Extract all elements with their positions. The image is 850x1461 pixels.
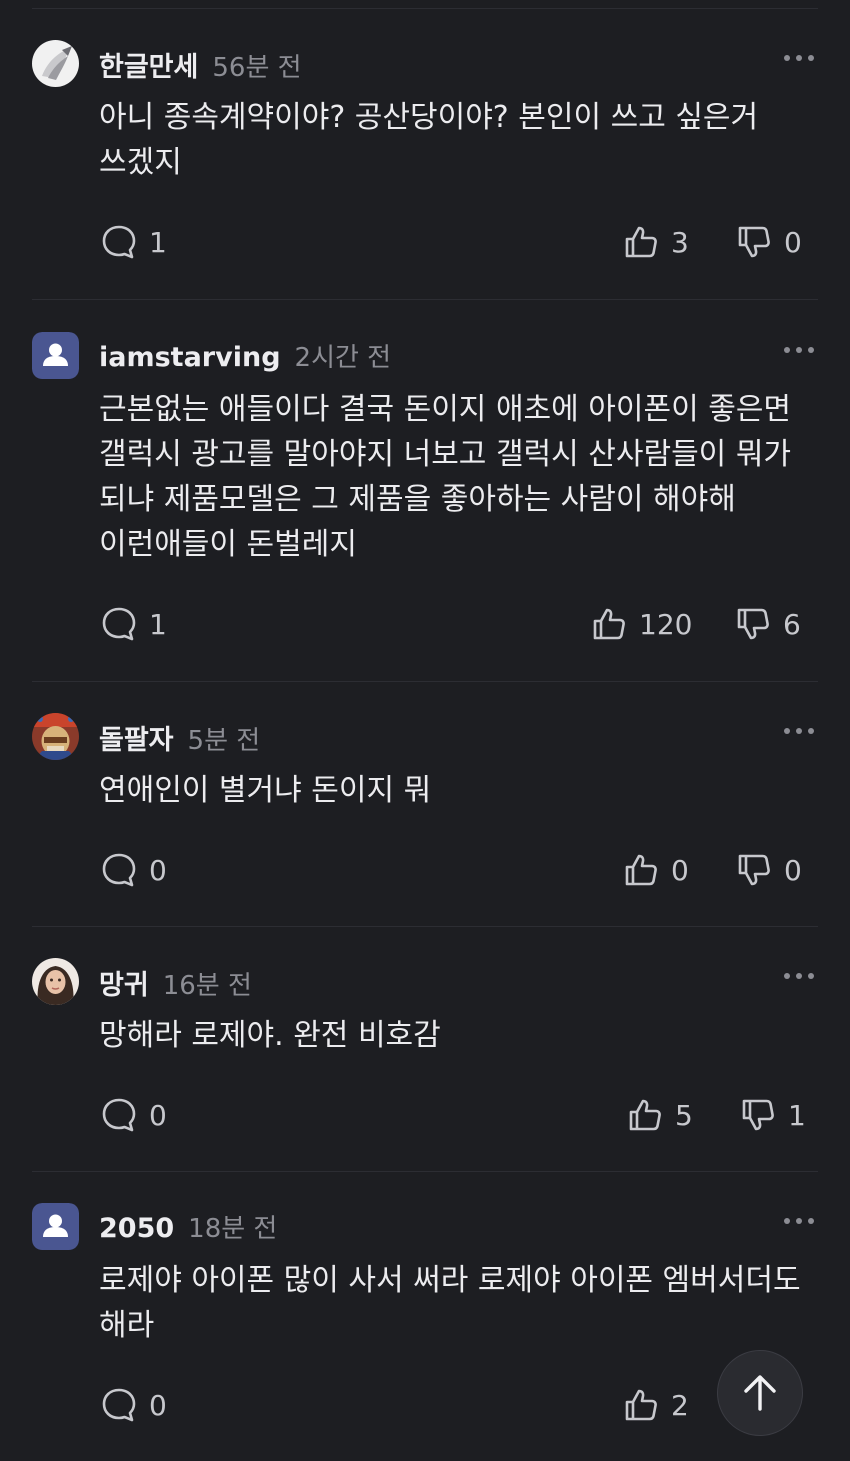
comment-username[interactable]: 망귀 16분 전 <box>99 963 252 1002</box>
thumbs-down-icon <box>738 226 770 258</box>
speech-bubble-icon <box>102 853 136 887</box>
more-dots-icon[interactable] <box>784 52 814 64</box>
comment-text: 아니 종속계약이야? 공산당이야? 본인이 쓰고 싶은거 쓰겠지 <box>99 100 759 180</box>
comment-time: 18분 전 <box>188 1214 278 1244</box>
reply-count: 1 <box>149 607 167 641</box>
reply-button[interactable]: 0 <box>101 1095 167 1135</box>
reply-button[interactable]: 1 <box>101 222 167 262</box>
comment-divider <box>32 1171 818 1172</box>
more-dots-icon[interactable] <box>784 970 814 982</box>
dislike-count: 0 <box>784 853 802 887</box>
reply-count: 0 <box>149 853 167 887</box>
comment-text: 연애인이 별거냐 돈이지 뭐 <box>99 773 432 808</box>
more-dots-icon[interactable] <box>784 344 814 356</box>
reply-button[interactable]: 0 <box>101 1385 167 1425</box>
comment-text: 근본없는 애들이다 결국 돈이지 애초에 아이폰이 좋은면 갤럭시 광고를 말아… <box>99 392 792 562</box>
comment-username[interactable]: 한글만세 56분 전 <box>99 45 302 84</box>
like-button[interactable]: 5 <box>627 1095 693 1135</box>
comment-divider <box>32 299 818 300</box>
speech-bubble-icon <box>102 225 136 259</box>
dislike-button[interactable]: 6 <box>735 604 801 644</box>
like-count: 120 <box>639 607 693 641</box>
thumbs-up-icon <box>625 1389 657 1421</box>
comment-divider <box>32 681 818 682</box>
user-avatar[interactable] <box>32 332 79 379</box>
comment-username[interactable]: 돌팔자 5분 전 <box>99 718 260 757</box>
dislike-count: 1 <box>788 1098 806 1132</box>
dislike-count: 0 <box>784 225 802 259</box>
reply-count: 1 <box>149 225 167 259</box>
dislike-button[interactable]: 1 <box>740 1095 806 1135</box>
dislike-button[interactable]: 0 <box>736 222 802 262</box>
like-button[interactable]: 120 <box>591 604 692 644</box>
arrow-up-icon <box>744 1375 776 1411</box>
speech-bubble-icon <box>102 607 136 641</box>
more-dots-icon[interactable] <box>784 725 814 737</box>
like-button[interactable]: 2 <box>623 1385 689 1425</box>
default-user-icon <box>32 332 79 379</box>
top-divider <box>32 8 818 9</box>
comment-time: 2시간 전 <box>294 343 392 373</box>
thumbs-up-icon <box>629 1099 661 1131</box>
comment-time: 16분 전 <box>162 971 252 1001</box>
comment-text: 망해라 로제야. 완전 비호감 <box>99 1018 441 1053</box>
default-user-icon <box>32 1203 79 1250</box>
like-count: 3 <box>671 225 689 259</box>
like-count: 5 <box>675 1098 693 1132</box>
thumbs-down-icon <box>737 608 769 640</box>
reply-button[interactable]: 1 <box>101 604 167 644</box>
thumbs-up-icon <box>625 226 657 258</box>
thumbs-up-icon <box>625 854 657 886</box>
comment-divider <box>32 926 818 927</box>
like-count: 2 <box>671 1388 689 1422</box>
speech-bubble-icon <box>102 1388 136 1422</box>
thumbs-down-icon <box>742 1099 774 1131</box>
comment-username[interactable]: 2050 18분 전 <box>99 1208 277 1245</box>
user-avatar[interactable] <box>32 958 79 1005</box>
dislike-button[interactable]: 0 <box>736 850 802 890</box>
speech-bubble-icon <box>102 1098 136 1132</box>
comment-text: 로제야 아이폰 많이 사서 써라 로제야 아이폰 엠버서더도 해라 <box>99 1263 801 1343</box>
more-dots-icon[interactable] <box>784 1215 814 1227</box>
comment-username[interactable]: iamstarving 2시간 전 <box>99 337 391 374</box>
reply-button[interactable]: 0 <box>101 850 167 890</box>
user-avatar[interactable] <box>32 1203 79 1250</box>
like-button[interactable]: 3 <box>623 222 689 262</box>
thumbs-up-icon <box>593 608 625 640</box>
dislike-count: 6 <box>783 607 801 641</box>
comment-time: 5분 전 <box>187 726 261 756</box>
thumbs-down-icon <box>738 854 770 886</box>
comment-time: 56분 전 <box>212 53 302 83</box>
like-count: 0 <box>671 853 689 887</box>
reply-count: 0 <box>149 1098 167 1132</box>
reply-count: 0 <box>149 1388 167 1422</box>
like-button[interactable]: 0 <box>623 850 689 890</box>
user-avatar[interactable] <box>32 40 79 87</box>
scroll-top-button[interactable] <box>717 1350 803 1436</box>
user-avatar[interactable] <box>32 713 79 760</box>
